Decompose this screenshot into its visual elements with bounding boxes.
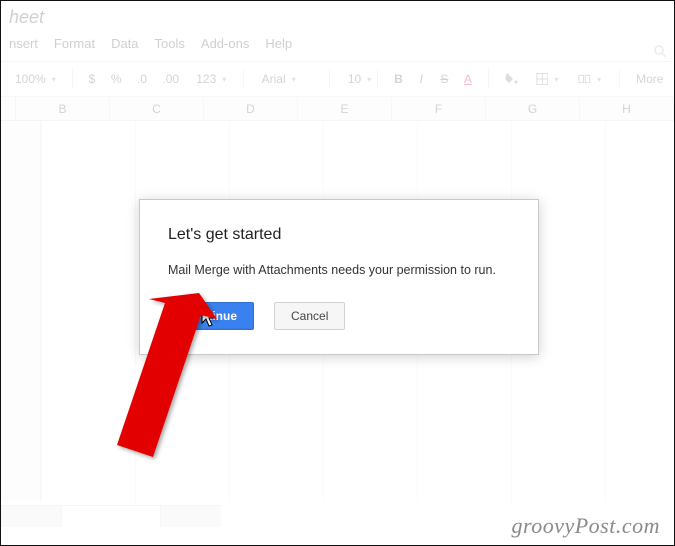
fill-color-button[interactable] <box>500 69 521 90</box>
strikethrough-button[interactable]: S <box>436 70 452 88</box>
column-headers: B C D E F G H <box>1 97 674 121</box>
sheet-tabs-bar <box>1 505 221 527</box>
menu-data[interactable]: Data <box>111 36 138 51</box>
merge-cells-button[interactable] <box>572 70 607 88</box>
format-currency-button[interactable]: $ <box>85 70 99 88</box>
dialog-title: Let's get started <box>168 226 510 244</box>
toolbar-separator <box>619 69 620 89</box>
sheet-tab[interactable] <box>61 505 161 527</box>
search-icon[interactable] <box>650 39 670 63</box>
toolbar-separator <box>488 69 489 89</box>
document-title: heet <box>1 1 674 28</box>
permission-dialog: Let's get started Mail Merge with Attach… <box>139 199 539 355</box>
column-header[interactable]: G <box>486 97 580 120</box>
bold-button[interactable]: B <box>390 70 406 88</box>
toolbar-separator <box>377 69 378 89</box>
dialog-body-text: Mail Merge with Attachments needs your p… <box>168 262 510 280</box>
increase-decimal-button[interactable]: .00 <box>158 70 182 88</box>
toolbar: 100% $ % .0 .00 123 Arial 10 B I S A <box>1 61 674 97</box>
toolbar-more-button[interactable]: More <box>632 70 666 88</box>
column-header[interactable]: B <box>16 97 110 120</box>
watermark-text: groovyPost.com <box>511 513 660 539</box>
borders-button[interactable] <box>530 70 565 88</box>
menu-insert[interactable]: nsert <box>9 36 38 51</box>
menu-format[interactable]: Format <box>54 36 95 51</box>
continue-button[interactable]: Continue <box>168 302 254 330</box>
toolbar-separator <box>72 69 73 89</box>
text-color-button[interactable]: A <box>460 70 476 88</box>
decrease-decimal-button[interactable]: .0 <box>133 70 150 88</box>
dialog-button-row: Continue Cancel <box>168 302 510 330</box>
select-all-corner[interactable] <box>1 97 16 120</box>
column-header[interactable]: D <box>204 97 298 120</box>
menu-help[interactable]: Help <box>265 36 292 51</box>
column-header[interactable]: H <box>580 97 674 120</box>
menu-tools[interactable]: Tools <box>155 36 185 51</box>
screenshot-frame: heet nsert Format Data Tools Add-ons Hel… <box>0 0 675 546</box>
menu-bar: nsert Format Data Tools Add-ons Help <box>1 28 674 61</box>
toolbar-separator <box>329 69 330 89</box>
menu-addons[interactable]: Add-ons <box>201 36 249 51</box>
toolbar-separator <box>243 69 244 89</box>
column-header[interactable]: E <box>298 97 392 120</box>
column-header[interactable]: F <box>392 97 486 120</box>
format-percent-button[interactable]: % <box>107 70 125 88</box>
column-header[interactable]: C <box>110 97 204 120</box>
row-headers[interactable] <box>1 121 41 501</box>
italic-button[interactable]: I <box>414 70 428 88</box>
zoom-dropdown[interactable]: 100% <box>9 70 60 88</box>
cancel-button[interactable]: Cancel <box>274 302 345 330</box>
font-size-dropdown[interactable]: 10 <box>342 70 365 88</box>
font-family-dropdown[interactable]: Arial <box>256 70 317 88</box>
more-formats-dropdown[interactable]: 123 <box>190 70 230 88</box>
